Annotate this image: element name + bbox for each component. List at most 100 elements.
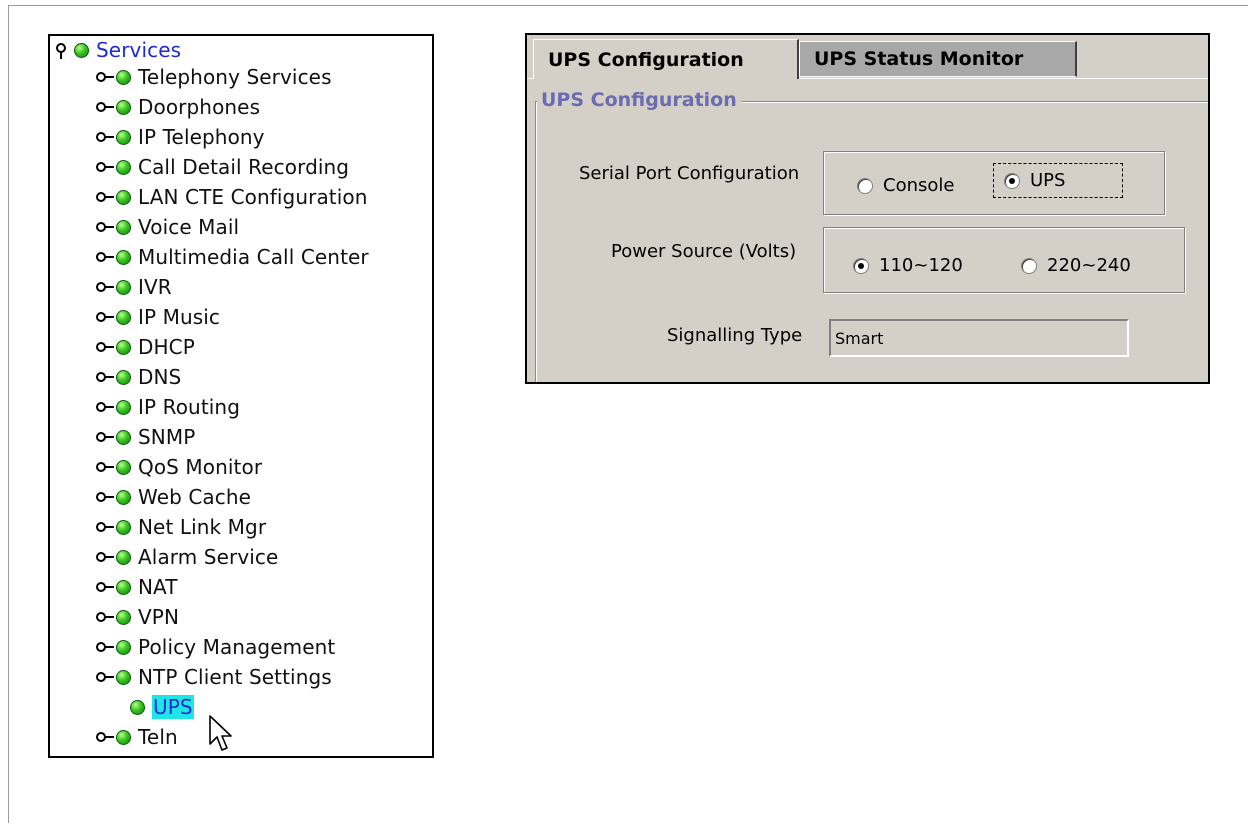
status-green-icon — [74, 42, 89, 58]
tree-item[interactable]: Telephony Services — [96, 62, 332, 92]
status-green-icon — [116, 669, 131, 685]
services-tree: Services Telephony Services Doorphones IP … — [48, 34, 434, 758]
expanded-node-icon[interactable] — [54, 43, 68, 59]
tree-item-label: IP Music — [138, 305, 221, 329]
tree-item-label: Web Cache — [138, 485, 252, 509]
collapsed-node-icon[interactable] — [96, 730, 114, 744]
tree-root-label: Services — [96, 38, 182, 62]
tree-item[interactable]: Policy Management — [96, 632, 335, 662]
tree-item[interactable]: DHCP — [96, 332, 195, 362]
status-green-icon — [116, 99, 131, 115]
collapsed-node-icon[interactable] — [96, 370, 114, 384]
radio-220-240[interactable]: 220~240 — [1021, 255, 1131, 276]
radio-console[interactable]: Console — [857, 175, 954, 196]
tree-item[interactable]: Alarm Service — [96, 542, 278, 572]
status-green-icon — [116, 549, 131, 565]
collapsed-node-icon[interactable] — [96, 70, 114, 84]
tree-item[interactable]: Doorphones — [96, 92, 260, 122]
tree-item[interactable]: VPN — [96, 602, 179, 632]
tree-item-label: Policy Management — [138, 635, 336, 659]
tree-item[interactable]: NTP Client Settings — [96, 662, 332, 692]
collapsed-node-icon[interactable] — [96, 340, 114, 354]
tree-item[interactable]: Call Detail Recording — [96, 152, 349, 182]
collapsed-node-icon[interactable] — [96, 130, 114, 144]
collapsed-node-icon[interactable] — [96, 520, 114, 534]
status-green-icon — [116, 279, 131, 295]
collapsed-node-icon[interactable] — [96, 160, 114, 174]
tree-item-label: DNS — [138, 365, 182, 389]
status-green-icon — [116, 189, 131, 205]
collapsed-node-icon[interactable] — [96, 610, 114, 624]
status-green-icon — [116, 159, 131, 175]
tab-ups-status-monitor[interactable]: UPS Status Monitor — [799, 41, 1077, 77]
tree-item[interactable]: QoS Monitor — [96, 452, 262, 482]
tree-item[interactable]: IP Music — [96, 302, 220, 332]
tree-item-label: IP Telephony — [138, 125, 265, 149]
status-green-icon — [116, 339, 131, 355]
collapsed-node-icon[interactable] — [96, 280, 114, 294]
collapsed-node-icon[interactable] — [96, 190, 114, 204]
status-green-icon — [116, 489, 131, 505]
collapsed-node-icon[interactable] — [96, 640, 114, 654]
tree-item[interactable]: Net Link Mgr — [96, 512, 266, 542]
collapsed-node-icon[interactable] — [96, 310, 114, 324]
tree-item-label: Telephony Services — [138, 65, 332, 89]
tree-item[interactable]: IP Telephony — [96, 122, 265, 152]
tree-item-label: Teln — [138, 725, 178, 749]
status-green-icon — [116, 309, 131, 325]
tree-item-ups[interactable]: UPS — [130, 692, 194, 722]
tree-item[interactable]: Voice Mail — [96, 212, 239, 242]
status-green-icon — [116, 729, 131, 745]
collapsed-node-icon[interactable] — [96, 430, 114, 444]
status-green-icon — [116, 129, 131, 145]
tab-ups-configuration[interactable]: UPS Configuration — [533, 39, 799, 79]
collapsed-node-icon[interactable] — [96, 100, 114, 114]
radio-circle-checked-icon — [1004, 172, 1020, 189]
tree-item-label: UPS — [152, 695, 194, 719]
collapsed-node-icon[interactable] — [96, 400, 114, 414]
status-green-icon — [130, 699, 145, 715]
tree-item[interactable]: DNS — [96, 362, 181, 392]
tree-item-label: LAN CTE Configuration — [138, 185, 368, 209]
tree-item-label: Net Link Mgr — [138, 515, 267, 539]
tree-root-services[interactable]: Services — [54, 36, 181, 64]
radio-label: 220~240 — [1047, 255, 1131, 276]
signalling-type-label: Signalling Type — [667, 325, 803, 346]
tree-item-label: Voice Mail — [138, 215, 240, 239]
radio-circle-icon — [857, 177, 873, 194]
tree-item-label: Alarm Service — [138, 545, 279, 569]
status-green-icon — [116, 249, 131, 265]
collapsed-node-icon[interactable] — [96, 670, 114, 684]
ups-config-window: UPS Configuration UPS Status Monitor UPS… — [525, 33, 1210, 384]
tree-item[interactable]: IP Routing — [96, 392, 240, 422]
radio-ups[interactable]: UPS — [993, 163, 1123, 198]
radio-110-120[interactable]: 110~120 — [853, 255, 963, 276]
tree-item[interactable]: LAN CTE Configuration — [96, 182, 368, 212]
signalling-type-value: Smart — [835, 328, 884, 348]
tree-item[interactable]: Multimedia Call Center — [96, 242, 369, 272]
radio-label: Console — [883, 175, 955, 196]
collapsed-node-icon[interactable] — [96, 250, 114, 264]
tree-item[interactable]: IVR — [96, 272, 172, 302]
serial-port-label: Serial Port Configuration — [579, 163, 800, 184]
radio-circle-icon — [1021, 257, 1037, 274]
radio-label: 110~120 — [879, 255, 963, 276]
collapsed-node-icon[interactable] — [96, 460, 114, 474]
power-source-label: Power Source (Volts) — [611, 241, 797, 262]
tree-item-label: QoS Monitor — [138, 455, 263, 479]
status-green-icon — [116, 399, 131, 415]
tree-item-telnet[interactable]: Teln — [96, 722, 178, 752]
collapsed-node-icon[interactable] — [96, 580, 114, 594]
tree-item[interactable]: NAT — [96, 572, 178, 602]
radio-circle-checked-icon — [853, 257, 869, 274]
tree-item-label: SNMP — [138, 425, 196, 449]
status-green-icon — [116, 219, 131, 235]
collapsed-node-icon[interactable] — [96, 220, 114, 234]
tree-item-label: Doorphones — [138, 95, 261, 119]
collapsed-node-icon[interactable] — [96, 550, 114, 564]
signalling-type-field[interactable]: Smart — [829, 319, 1129, 357]
collapsed-node-icon[interactable] — [96, 490, 114, 504]
tree-item[interactable]: Web Cache — [96, 482, 251, 512]
tree-item[interactable]: SNMP — [96, 422, 195, 452]
status-green-icon — [116, 609, 131, 625]
